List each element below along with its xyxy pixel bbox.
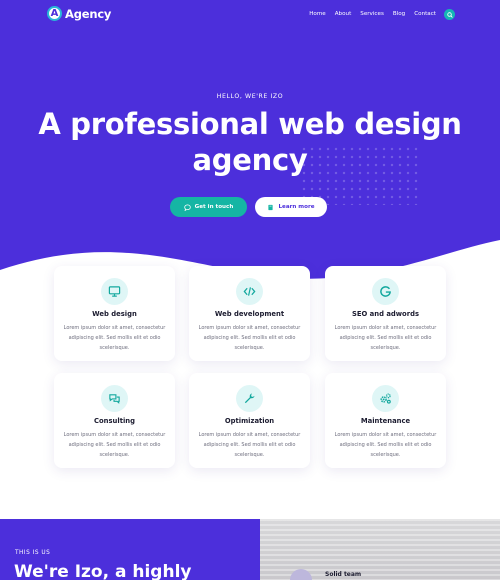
service-title: Consulting <box>94 417 135 425</box>
nav-link-blog[interactable]: Blog <box>393 11 405 17</box>
wrench-icon <box>244 393 255 404</box>
service-title: Optimization <box>224 417 275 425</box>
about-section: THIS IS US We're Izo, a highly <box>0 519 260 580</box>
get-in-touch-button[interactable]: Get in touch <box>170 197 247 217</box>
service-description: Lorem ipsum dolor sit amet, consectetur … <box>198 432 301 458</box>
service-icon-circle <box>372 278 399 305</box>
get-in-touch-label: Get in touch <box>194 204 234 210</box>
chat-icon <box>109 394 120 404</box>
nav-menu: Home About Services Blog Contact <box>309 11 436 17</box>
logo-text: Agency <box>65 6 112 21</box>
about-heading: We're Izo, a highly <box>14 562 192 580</box>
chat-bubble-icon <box>183 203 191 211</box>
service-title: SEO and adwords <box>351 310 419 318</box>
search-icon <box>446 11 453 18</box>
service-icon-circle <box>101 385 128 412</box>
nav-link-about[interactable]: About <box>335 11 352 17</box>
service-card-maintenance[interactable]: Maintenance Lorem ipsum dolor sit amet, … <box>325 373 446 468</box>
search-button[interactable] <box>444 9 455 20</box>
service-card-web-development[interactable]: Web development Lorem ipsum dolor sit am… <box>189 266 310 361</box>
service-icon-circle <box>236 385 263 412</box>
hero-headline: A professional web design agency <box>30 106 470 178</box>
service-description: Lorem ipsum dolor sit amet, consectetur … <box>63 325 166 351</box>
google-icon <box>380 286 391 297</box>
hero-headline-line-1: A professional web design <box>38 107 462 141</box>
top-nav: A Agency Home About Services Blog Contac… <box>0 0 500 30</box>
service-title: Web development <box>214 310 285 318</box>
service-icon-circle <box>101 278 128 305</box>
service-card-web-design[interactable]: Web design Lorem ipsum dolor sit amet, c… <box>54 266 175 361</box>
feature-label: Solid team <box>325 571 362 578</box>
logo[interactable]: A Agency <box>47 6 111 21</box>
learn-more-button[interactable]: Learn more <box>255 197 327 217</box>
service-description: Lorem ipsum dolor sit amet, consectetur … <box>63 432 166 458</box>
service-description: Lorem ipsum dolor sit amet, consectetur … <box>198 325 301 351</box>
code-icon <box>243 287 256 296</box>
service-title: Web design <box>92 310 137 318</box>
service-icon-circle <box>372 385 399 412</box>
logo-mark: A <box>47 6 62 21</box>
learn-more-label: Learn more <box>278 204 315 210</box>
nav-link-home[interactable]: Home <box>309 11 326 17</box>
nav-link-services[interactable]: Services <box>360 11 384 17</box>
service-card-optimization[interactable]: Optimization Lorem ipsum dolor sit amet,… <box>189 373 310 468</box>
hero-headline-line-2: agency <box>192 143 308 177</box>
service-card-seo-adwords[interactable]: SEO and adwords Lorem ipsum dolor sit am… <box>325 266 446 361</box>
monitor-icon <box>108 286 121 297</box>
team-photo: Solid team <box>260 519 500 580</box>
book-icon <box>268 204 274 210</box>
gears-icon <box>380 393 391 404</box>
service-card-consulting[interactable]: Consulting Lorem ipsum dolor sit amet, c… <box>54 373 175 468</box>
about-eyebrow: THIS IS US <box>15 550 51 556</box>
hero-eyebrow: HELLO, WE'RE IZO <box>216 93 284 100</box>
service-title: Maintenance <box>360 417 411 425</box>
service-description: Lorem ipsum dolor sit amet, consectetur … <box>334 432 437 458</box>
nav-link-contact[interactable]: Contact <box>414 11 436 17</box>
service-description: Lorem ipsum dolor sit amet, consectetur … <box>334 325 437 351</box>
service-icon-circle <box>236 278 263 305</box>
